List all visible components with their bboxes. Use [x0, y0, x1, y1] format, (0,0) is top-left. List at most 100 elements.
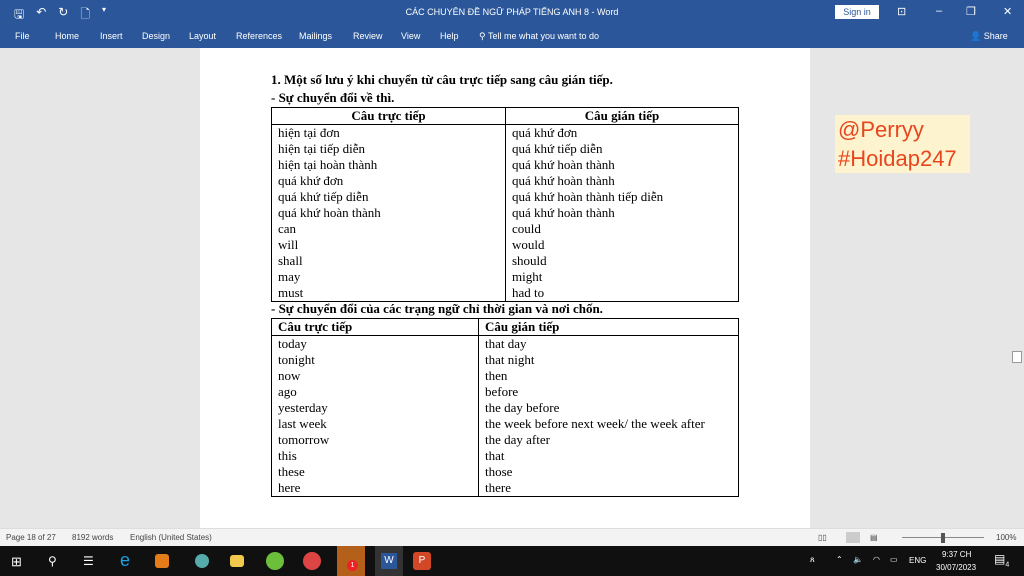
table-header: Câu gián tiếp — [478, 318, 739, 336]
minimize-button[interactable]: – — [936, 5, 942, 17]
powerpoint-icon[interactable]: P — [413, 552, 431, 570]
maximize-button[interactable]: ❐ — [966, 5, 976, 18]
zoom-level[interactable]: 100% — [996, 533, 1016, 542]
indirect-cell: should — [505, 253, 739, 269]
file-explorer-icon[interactable] — [230, 555, 244, 567]
direct-cell: hiện tại đơn — [271, 124, 506, 141]
tab-help[interactable]: Help — [440, 31, 459, 41]
coccoc-icon[interactable] — [266, 552, 284, 570]
table-row: tonight that night — [271, 352, 739, 368]
language-indicator[interactable]: ENG — [909, 556, 926, 565]
subheading-adverbs: - Sự chuyển đổi của các trạng ngữ chỉ th… — [271, 301, 603, 316]
direct-cell: shall — [271, 253, 506, 269]
indirect-cell: quá khứ tiếp diễn — [505, 141, 739, 157]
direct-cell: here — [271, 480, 479, 497]
sign-in-button[interactable]: Sign in — [835, 5, 879, 19]
watermark-line: @Perryy — [838, 117, 924, 142]
ribbon-display-icon[interactable]: ⊡ — [897, 5, 906, 18]
table-row: tomorrow the day after — [271, 432, 739, 448]
direct-cell: tonight — [271, 352, 479, 368]
search-icon[interactable]: ⚲ — [48, 554, 57, 568]
tell-me-search[interactable]: ⚲ Tell me what you want to do — [479, 31, 599, 42]
zoom-slider-thumb[interactable] — [941, 533, 945, 543]
zalo-taskbar-button[interactable]: 1 — [337, 546, 365, 576]
tab-layout[interactable]: Layout — [189, 31, 216, 41]
indirect-cell: quá khứ đơn — [505, 124, 739, 141]
direct-cell: quá khứ hoàn thành — [271, 205, 506, 221]
direct-cell: hiện tại tiếp diễn — [271, 141, 506, 157]
tab-design[interactable]: Design — [142, 31, 170, 41]
table-header: Câu trực tiếp — [271, 107, 506, 125]
table-row: hiện tại đơn quá khứ đơn — [271, 124, 739, 141]
page-count[interactable]: Page 18 of 27 — [6, 533, 56, 542]
language[interactable]: English (United States) — [130, 533, 212, 542]
direct-cell: last week — [271, 416, 479, 432]
taskbar: ⊞ ⚲ ☰ e 1 W P ጸ ⌃ 🔈 ◠ ▭ ENG 9:37 CH 30/0… — [0, 546, 1024, 576]
table-row: may might — [271, 269, 739, 285]
direct-cell: can — [271, 221, 506, 237]
table-row: quá khứ đơn quá khứ hoàn thành — [271, 173, 739, 189]
direct-cell: yesterday — [271, 400, 479, 416]
notification-count: 4 — [1005, 561, 1010, 569]
indirect-cell: the day before — [478, 400, 739, 416]
table-row: hiện tại tiếp diễn quá khứ tiếp diễn — [271, 141, 739, 157]
direct-cell: quá khứ đơn — [271, 173, 506, 189]
tense-table: Câu trực tiếp Câu gián tiếp hiện tại đơn q… — [271, 107, 739, 302]
task-view-icon[interactable]: ☰ — [83, 554, 94, 568]
person-icon: 👤 — [970, 31, 982, 41]
action-center-icon[interactable]: ▤4 — [994, 552, 1009, 568]
edge-icon[interactable]: e — [120, 550, 138, 570]
direct-cell: this — [271, 448, 479, 464]
table-row: can could — [271, 221, 739, 237]
chrome-icon[interactable] — [303, 552, 321, 570]
watermark: @Perryy #Hoidap247 — [835, 115, 970, 173]
direct-cell: now — [271, 368, 479, 384]
web-layout-icon[interactable]: ▤ — [870, 533, 878, 542]
indirect-cell: quá khứ hoàn thành — [505, 205, 739, 221]
read-mode-icon[interactable]: ▯▯ — [818, 533, 827, 542]
tab-view[interactable]: View — [401, 31, 420, 41]
clock-date[interactable]: 30/07/2023 — [936, 563, 976, 572]
input-indicator-icon[interactable]: ▭ — [890, 555, 898, 564]
tab-mailings[interactable]: Mailings — [299, 31, 332, 41]
direct-cell: today — [271, 335, 479, 352]
adverb-table: Câu trực tiếp Câu gián tiếp today that day… — [271, 318, 739, 497]
people-icon[interactable]: ጸ — [810, 555, 815, 565]
table-row: quá khứ hoàn thành quá khứ hoàn thành — [271, 205, 739, 221]
show-hidden-icons[interactable]: ⌃ — [836, 555, 843, 564]
media-player-icon[interactable] — [155, 554, 169, 568]
direct-cell: ago — [271, 384, 479, 400]
table-header: Câu gián tiếp — [505, 107, 739, 125]
tab-review[interactable]: Review — [353, 31, 383, 41]
table-header: Câu trực tiếp — [271, 318, 479, 336]
indirect-cell: the week before next week/ the week afte… — [478, 416, 739, 432]
tab-home[interactable]: Home — [55, 31, 79, 41]
app-icon[interactable] — [195, 554, 209, 568]
word-taskbar-button[interactable]: W — [375, 546, 403, 576]
table-row: yesterday the day before — [271, 400, 739, 416]
table-row: last week the week before next week/ the … — [271, 416, 739, 432]
indirect-cell: then — [478, 368, 739, 384]
table-row: here there — [271, 480, 739, 497]
indirect-cell: there — [478, 480, 739, 497]
wifi-icon[interactable]: ◠ — [873, 555, 880, 564]
tab-file[interactable]: File — [15, 31, 30, 41]
close-button[interactable]: ✕ — [1003, 5, 1012, 18]
share-button[interactable]: 👤 Share — [970, 31, 1008, 42]
indirect-cell: quá khứ hoàn thành — [505, 157, 739, 173]
indirect-cell: had to — [505, 285, 739, 302]
table-row: hiện tại hoàn thành quá khứ hoàn thành — [271, 157, 739, 173]
print-layout-icon[interactable] — [846, 532, 860, 543]
clock-time[interactable]: 9:37 CH — [942, 550, 971, 559]
indirect-cell: quá khứ hoàn thành tiếp diễn — [505, 189, 739, 205]
vertical-scrollbar[interactable] — [1010, 48, 1024, 528]
tab-references[interactable]: References — [236, 31, 282, 41]
tab-insert[interactable]: Insert — [100, 31, 123, 41]
direct-cell: may — [271, 269, 506, 285]
direct-cell: these — [271, 464, 479, 480]
scrollbar-thumb[interactable] — [1012, 351, 1022, 363]
windows-start-icon[interactable]: ⊞ — [11, 554, 22, 570]
word-count[interactable]: 8192 words — [72, 533, 113, 542]
volume-icon[interactable]: 🔈 — [853, 555, 863, 564]
section-heading: 1. Một số lưu ý khi chuyển từ câu trực t… — [271, 72, 613, 87]
